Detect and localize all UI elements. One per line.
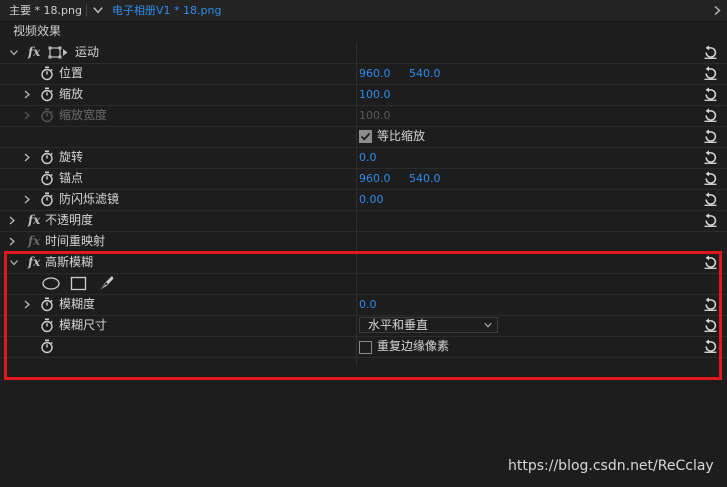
effect-opacity: fx 不透明度 (0, 210, 727, 232)
reset-icon[interactable] (703, 297, 718, 312)
chevron-right-icon[interactable] (22, 299, 32, 310)
fx-icon[interactable]: fx (28, 254, 40, 271)
reset-icon[interactable] (703, 108, 718, 123)
property-scale-width: 缩放宽度 100.0 (0, 105, 727, 127)
reset-icon[interactable] (703, 213, 718, 228)
reset-icon[interactable] (703, 66, 718, 81)
property-label: 模糊度 (59, 297, 96, 311)
chevron-right-icon[interactable] (7, 236, 17, 247)
reset-icon[interactable] (703, 192, 718, 207)
chevron-right-icon[interactable] (7, 215, 17, 226)
chevron-right-icon[interactable] (22, 89, 32, 100)
property-label: 防闪烁滤镜 (59, 192, 120, 206)
effect-label: 高斯模糊 (45, 255, 94, 269)
chevron-down-icon[interactable] (92, 3, 104, 17)
reset-icon[interactable] (703, 339, 718, 354)
position-y-value[interactable]: 540.0 (409, 63, 441, 84)
property-scale: 缩放 100.0 (0, 84, 727, 106)
anchor-y-value[interactable]: 540.0 (409, 168, 441, 189)
panel-title: 视频效果 (13, 24, 62, 38)
effect-label: 运动 (75, 45, 100, 59)
chevron-right-icon (22, 110, 32, 121)
stopwatch-icon[interactable] (40, 150, 54, 165)
blur-dimensions-dropdown[interactable]: 水平和垂直 (359, 317, 498, 333)
tab-sequence[interactable]: 电子相册V1 * 18.png (112, 0, 221, 21)
position-x-value[interactable]: 960.0 (359, 63, 391, 84)
transform-icon[interactable] (48, 46, 68, 60)
effect-motion: fx 运动 (0, 42, 727, 64)
scale-value[interactable]: 100.0 (359, 84, 391, 105)
property-position: 位置 960.0 540.0 (0, 63, 727, 85)
checkbox-label: 重复边缘像素 (377, 339, 450, 353)
property-repeat-edge: 重复边缘像素 (0, 336, 727, 358)
stopwatch-icon[interactable] (40, 66, 54, 81)
watermark: https://blog.csdn.net/ReCclay (508, 458, 714, 474)
reset-icon[interactable] (703, 318, 718, 333)
property-label: 旋转 (59, 150, 84, 164)
reset-icon[interactable] (703, 255, 718, 270)
fx-icon[interactable]: fx (28, 44, 40, 61)
effect-label: 不透明度 (45, 213, 94, 227)
tab-main[interactable]: 主要 * 18.png (9, 0, 82, 21)
property-label: 模糊尺寸 (59, 318, 108, 332)
stopwatch-icon[interactable] (40, 318, 54, 333)
property-label: 缩放宽度 (59, 108, 108, 122)
property-blur-dimensions: 模糊尺寸 水平和垂直 (0, 315, 727, 337)
chevron-right-icon[interactable] (22, 152, 32, 163)
chevron-right-icon[interactable] (22, 194, 32, 205)
stopwatch-icon[interactable] (40, 171, 54, 186)
scale-width-value: 100.0 (359, 109, 391, 122)
chevron-down-icon[interactable] (9, 47, 19, 58)
tab-separator (86, 4, 87, 17)
property-blurriness: 模糊度 0.0 (0, 294, 727, 316)
chevron-down-icon[interactable] (9, 257, 19, 268)
stopwatch-icon[interactable] (40, 192, 54, 207)
reset-icon[interactable] (703, 45, 718, 60)
mask-tools (0, 273, 727, 295)
dropdown-value: 水平和垂直 (368, 318, 429, 332)
rotation-value[interactable]: 0.0 (359, 147, 377, 168)
scroll-right-icon[interactable] (711, 4, 723, 17)
repeat-edge-checkbox[interactable] (359, 341, 372, 354)
property-label: 位置 (59, 66, 84, 80)
anti-flicker-value[interactable]: 0.00 (359, 189, 384, 210)
stopwatch-icon (40, 108, 54, 123)
reset-icon[interactable] (703, 171, 718, 186)
reset-icon[interactable] (703, 129, 718, 144)
effect-label: 时间重映射 (45, 234, 106, 248)
effect-time-remap: fx 时间重映射 (0, 231, 727, 253)
checkbox-label: 等比缩放 (377, 129, 426, 143)
property-anchor: 锚点 960.0 540.0 (0, 168, 727, 190)
stopwatch-icon[interactable] (40, 87, 54, 102)
property-uniform-scale: 等比缩放 (0, 126, 727, 148)
ellipse-mask-icon[interactable] (41, 275, 61, 292)
rectangle-mask-icon[interactable] (69, 275, 89, 292)
fx-icon: fx (28, 234, 41, 248)
stopwatch-icon[interactable] (40, 297, 54, 312)
effect-gaussian-blur: fx 高斯模糊 (0, 252, 727, 274)
reset-icon[interactable] (703, 150, 718, 165)
stopwatch-icon[interactable] (40, 339, 54, 354)
anchor-x-value[interactable]: 960.0 (359, 168, 391, 189)
property-label: 锚点 (59, 171, 84, 185)
property-anti-flicker: 防闪烁滤镜 0.00 (0, 189, 727, 211)
property-rotation: 旋转 0.0 (0, 147, 727, 169)
blurriness-value[interactable]: 0.0 (359, 294, 377, 315)
reset-icon[interactable] (703, 87, 718, 102)
tab-bar: 主要 * 18.png 电子相册V1 * 18.png (0, 0, 727, 22)
uniform-scale-checkbox[interactable] (359, 130, 372, 143)
check-icon (360, 132, 371, 141)
chevron-down-icon (484, 322, 492, 328)
pen-mask-icon[interactable] (96, 275, 116, 292)
property-label: 缩放 (59, 87, 84, 101)
fx-icon[interactable]: fx (28, 212, 40, 229)
